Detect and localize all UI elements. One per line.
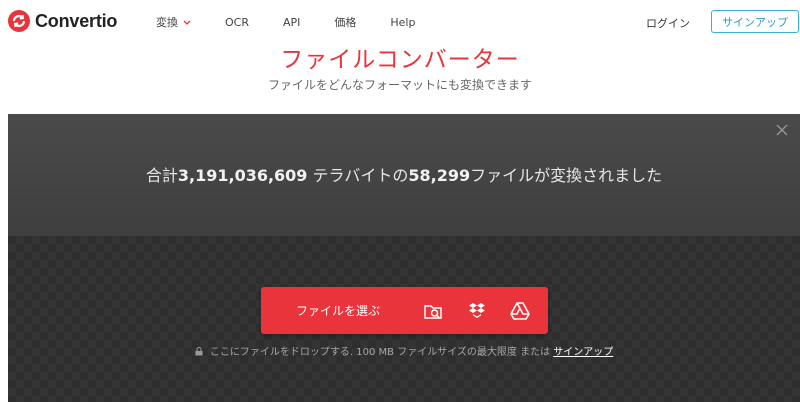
logo[interactable]: Convertio [8,10,117,32]
stats-prefix: 合計 [145,166,178,185]
main-nav: 変換 OCR API 価格 Help [156,14,449,30]
brand-name: Convertio [35,10,118,31]
nav-help[interactable]: Help [390,16,415,29]
stats-terabytes: 3,191,036,609 [177,166,308,185]
google-drive-icon[interactable] [509,300,531,322]
nav-convert[interactable]: 変換 [156,14,191,30]
nav-api-label: API [282,15,301,29]
nav-ocr-label: OCR [225,15,249,29]
upload-panel: 合計3,191,036,609 テラバイトの58,299ファイルが変換されました… [8,114,800,402]
page-title: ファイルコンバーター [280,47,520,73]
close-icon[interactable] [774,122,790,138]
nav-api[interactable]: API [283,16,300,29]
drop-note-signup-link[interactable]: サインアップ [553,347,613,358]
nav-pricing[interactable]: 価格 [334,14,356,30]
page-subtitle: ファイルをどんなフォーマットにも変換できます [267,78,532,92]
nav-convert-label: 変換 [156,16,178,29]
convertio-logo-icon [8,10,30,32]
stats-middle: テラバイトの [307,166,409,185]
drop-note-text: ここにファイルをドロップする. 100 MB ファイルサイズの最大限度 または [209,347,554,358]
lock-icon [195,347,203,359]
nav-help-label: Help [390,15,416,29]
nav-ocr[interactable]: OCR [225,16,249,29]
stats-files: 58,299 [408,166,471,185]
drop-note: ここにファイルをドロップする. 100 MB ファイルサイズの最大限度 または … [8,343,800,359]
site-header: Convertio 変換 OCR API 価格 Help ログイン サインアップ [0,0,800,44]
choose-files-button[interactable]: ファイルを選ぶ [261,287,548,334]
chevron-down-icon [183,16,191,29]
folder-search-icon[interactable] [422,300,444,322]
signup-button[interactable]: サインアップ [711,10,799,33]
choose-files-label[interactable]: ファイルを選ぶ [296,302,380,319]
dropbox-icon[interactable] [466,300,488,322]
conversion-stats: 合計3,191,036,609 テラバイトの58,299ファイルが変換されました [8,162,800,186]
stats-suffix: ファイルが変換されました [470,166,663,185]
nav-pricing-label: 価格 [334,16,357,29]
login-link[interactable]: ログイン [646,15,690,31]
